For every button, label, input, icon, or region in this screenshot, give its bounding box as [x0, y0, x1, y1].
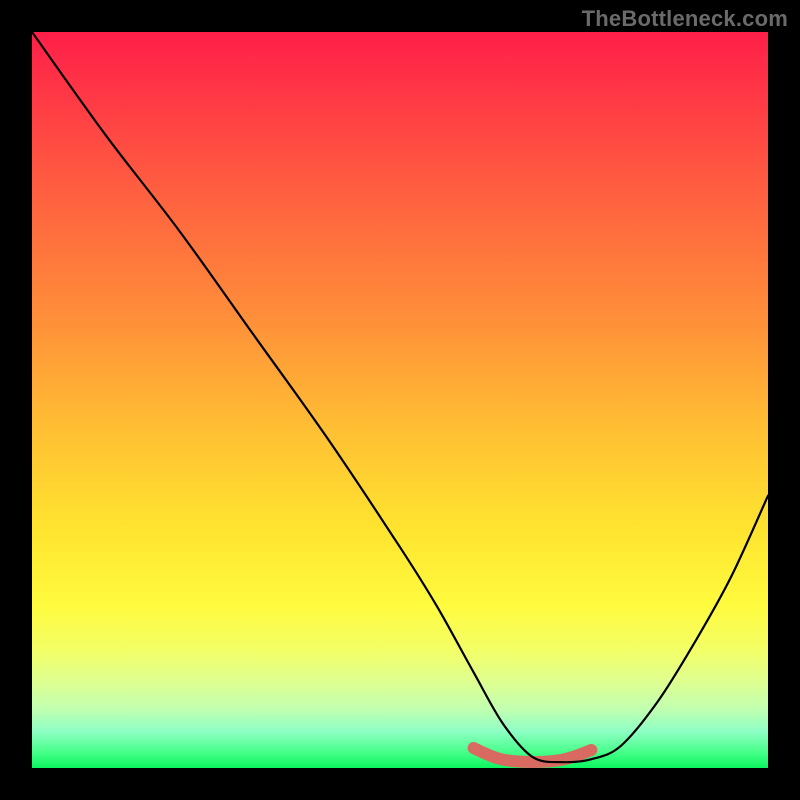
plot-area — [32, 32, 768, 768]
curve-svg — [32, 32, 768, 768]
bottleneck-curve-line — [32, 32, 768, 762]
watermark-text: TheBottleneck.com — [582, 6, 788, 32]
chart-frame: TheBottleneck.com — [0, 0, 800, 800]
highlight-segment — [474, 748, 592, 762]
